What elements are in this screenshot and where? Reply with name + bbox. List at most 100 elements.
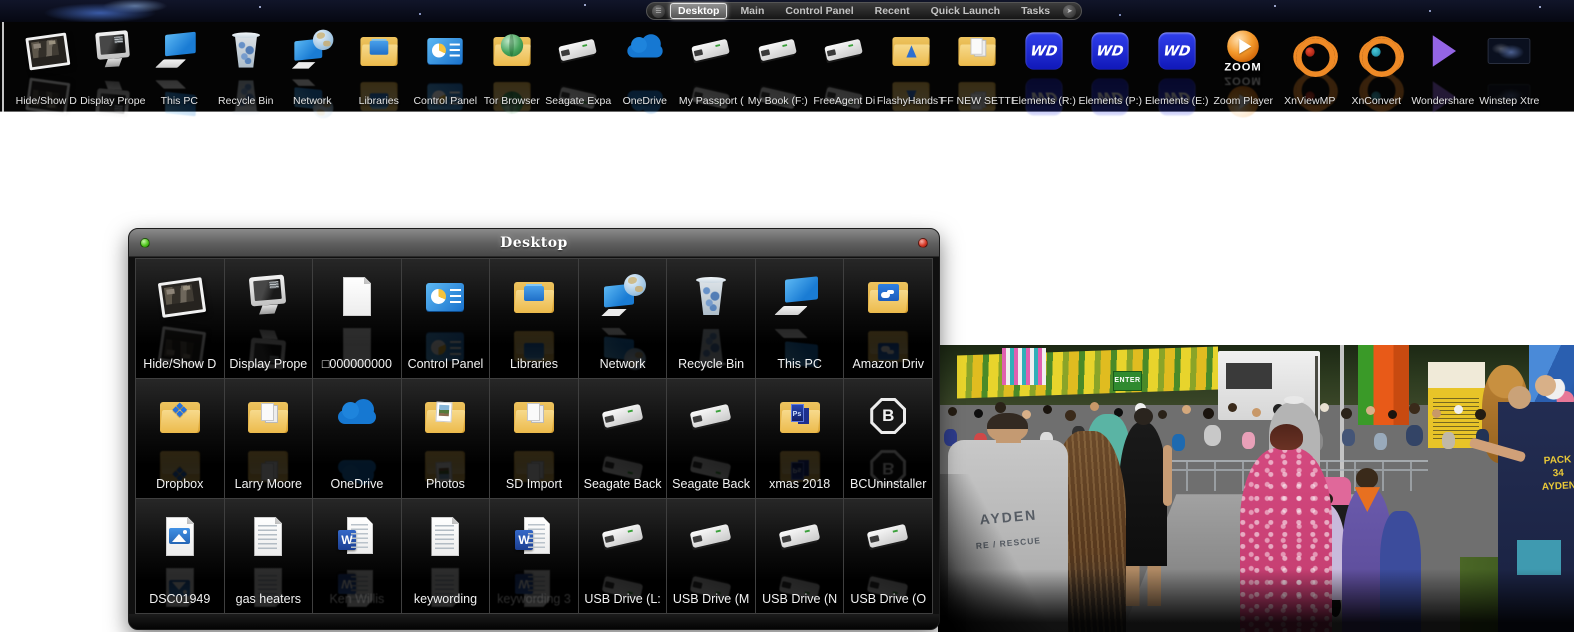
grid-item-dsc01949[interactable]: DSC01949 [136,499,225,614]
grid-item-keywording[interactable]: keywording [402,499,491,614]
dock-item-my-passport[interactable]: My Passport ( [678,22,745,112]
grid-item-word-doc-faded[interactable]: WKen WillisW [313,499,402,614]
grid-item-hide-show-desktop[interactable]: Hide/Show D [136,259,225,379]
taskbar: ☰ Desktop Main Control Panel Recent Quic… [0,0,1574,22]
tab-quick-launch[interactable]: Quick Launch [923,3,1008,19]
grid-item-label: Recycle Bin [669,357,753,371]
dock-item-winstep-xtreme[interactable]: Winstep Xtre [1476,22,1543,112]
dock-item-label: This PC [142,95,217,107]
grid-item-amazon-drive[interactable]: Amazon Driv [844,259,933,379]
grid-item-label: Hide/Show D [138,357,222,371]
grid-item-display-properties[interactable]: Display Prope [225,259,314,379]
grid-item-usb-drive-n[interactable]: USB Drive (N [756,499,845,614]
minimize-orb-button[interactable] [140,238,150,248]
grid-item-usb-drive-m[interactable]: USB Drive (M [667,499,756,614]
grid-item-xmas-2018[interactable]: Psxmas 2018Ps [756,379,845,499]
dock-item-seagate-expansion[interactable]: Seagate Expa [545,22,612,112]
dock-item-onedrive[interactable]: OneDrive [612,22,679,112]
dock-item-control-panel[interactable]: Control Panel [412,22,479,112]
photo-carousel [1002,348,1047,385]
network-globe-icon [599,273,647,321]
tab-control-panel[interactable]: Control Panel [777,3,861,19]
window-title: Desktop [500,235,568,251]
close-orb-button[interactable] [918,238,928,248]
dock-item-label: Display Prope [76,95,151,107]
dock-item-zoom-player[interactable]: ZOOMZoom PlayerZOOM [1210,22,1277,112]
grid-item-dropbox[interactable]: ❖Dropbox❖ [136,379,225,499]
dock-item-this-pc[interactable]: This PC [146,22,213,112]
dock-item-libraries[interactable]: Libraries [346,22,413,112]
photo-crowd-heads [948,407,957,416]
grid-item-usb-drive-o[interactable]: USB Drive (O [844,499,933,614]
grid-item-label: This PC [758,357,842,371]
photo-ride [1358,345,1409,425]
zoom-player-icon: ZOOM [1221,29,1266,74]
dock-item-wondershare[interactable]: Wondershare [1410,22,1477,112]
grid-item-network[interactable]: Network [579,259,668,379]
external-drive-icon [776,513,824,561]
dock-item-display-properties[interactable]: Display Prope [80,22,147,112]
person-folder-icon [888,29,933,74]
photos-folder-icon [421,393,469,441]
image-document-icon [156,513,204,561]
grid-item-this-pc[interactable]: This PC [756,259,845,379]
dock-item-recycle-bin[interactable]: Recycle Bin [213,22,280,112]
tab-main[interactable]: Main [732,3,772,19]
dock-item-xnconvert[interactable]: XnConvert [1343,22,1410,112]
tab-recent[interactable]: Recent [867,3,918,19]
grid-item-word-doc-faded-2[interactable]: Wkeywording 3W [490,499,579,614]
dock-item-elements-p[interactable]: WDElements (P:)WD [1077,22,1144,112]
dock-item-my-book[interactable]: My Book (F:) [745,22,812,112]
external-drive-icon [687,513,735,561]
grid-item-bcuninstaller[interactable]: BBCUninstallerB [844,379,933,499]
tab-tasks[interactable]: Tasks [1013,3,1058,19]
dock-item-ff-new-settings[interactable]: FF NEW SETTI [944,22,1011,112]
grid-item-sd-import[interactable]: SD Import [490,379,579,499]
dock-item-label: Control Panel [408,95,483,107]
grid-item-recycle-bin[interactable]: Recycle Bin [667,259,756,379]
grid-item-seagate-backup-2[interactable]: Seagate Back [667,379,756,499]
scout-shirt-text: PACK 34 AYDEN [1535,453,1574,494]
grid-item-label: DSC01949 [138,592,222,606]
grid-item-seagate-backup-1[interactable]: Seagate Back [579,379,668,499]
dock-item-label: Network [275,95,350,107]
dock-item-label: Tor Browser [475,95,550,107]
dock-item-xnviewmp[interactable]: XnViewMP [1277,22,1344,112]
grid-item-control-panel[interactable]: Control Panel [402,259,491,379]
pc-monitor-icon [157,29,202,74]
shelf-grid: Hide/Show D Display Prope □000000000 Con… [135,258,933,614]
grid-item-libraries[interactable]: Libraries [490,259,579,379]
grid-item-photos[interactable]: Photos [402,379,491,499]
dock-item-flashyhands[interactable]: FlashyHandsT [878,22,945,112]
wd-logo-icon: WD [1154,29,1199,74]
external-drive-icon [599,513,647,561]
grid-item-label: USB Drive (M [669,592,753,606]
external-drive-icon [755,29,800,74]
grid-item-label: SD Import [492,477,576,491]
dock-item-freeagent[interactable]: FreeAgent Di [811,22,878,112]
grid-item-zeros-document[interactable]: □000000000 [313,259,402,379]
crt-monitor-icon [90,29,135,74]
text-document-icon [244,513,292,561]
wallpaper-photo: ENTER AYDEN RE / RESCUE PACK 34 AYDEN [938,345,1574,632]
grid-item-gas-heaters[interactable]: gas heaters [225,499,314,614]
grid-item-usb-drive-l[interactable]: USB Drive (L: [579,499,668,614]
pointer-icon[interactable]: ➤ [1063,5,1076,18]
dock-item-network[interactable]: Network [279,22,346,112]
menu-icon[interactable]: ☰ [652,5,665,18]
grid-item-onedrive[interactable]: OneDrive [313,379,402,499]
grid-item-label: Display Prope [227,357,311,371]
dock-item-tor-browser[interactable]: Tor Browser [479,22,546,112]
window-titlebar[interactable]: Desktop [129,229,939,257]
grid-item-label: Network [581,357,665,371]
dock-item-label: Hide/Show D [9,95,84,107]
dock-item-elements-r[interactable]: WDElements (R:)WD [1011,22,1078,112]
dock-item-label: Wondershare [1406,95,1481,107]
grid-item-label: USB Drive (O [846,592,930,606]
tab-desktop[interactable]: Desktop [670,3,727,19]
taskbar-tab-strip: ☰ Desktop Main Control Panel Recent Quic… [646,2,1082,20]
photo-pole [1340,345,1344,477]
dock-item-hide-show-desktop[interactable]: Hide/Show D [13,22,80,112]
dock-item-elements-e[interactable]: WDElements (E:)WD [1144,22,1211,112]
grid-item-larry-moore[interactable]: Larry Moore [225,379,314,499]
